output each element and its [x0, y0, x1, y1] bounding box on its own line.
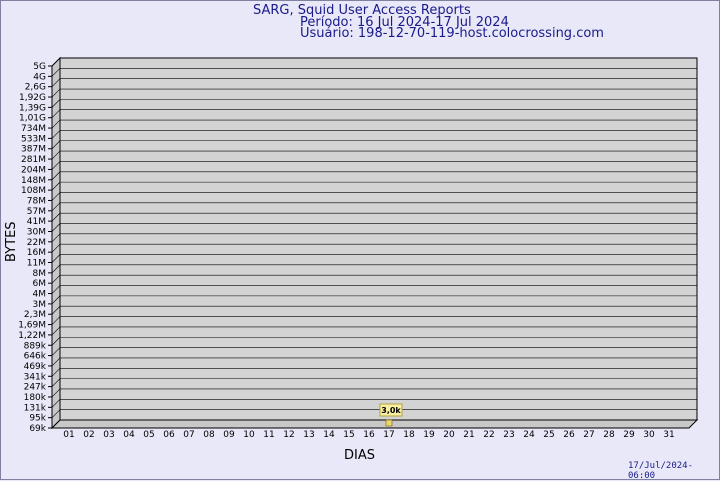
plot-floor: [50, 419, 699, 429]
y-tick-label: 180k: [24, 393, 47, 403]
y-tick-label: 2,6G: [25, 83, 46, 93]
x-tick-label: 03: [103, 430, 114, 440]
x-tick-label: 24: [523, 430, 535, 440]
y-tick-label: 131k: [24, 403, 47, 413]
x-tick-label: 01: [63, 430, 74, 440]
x-tick-label: 19: [423, 430, 435, 440]
y-tick-label: 1,01G: [19, 114, 46, 124]
bar-chart: 5G4G2,6G1,92G1,39G1,01G734M533M387M281M2…: [18, 56, 699, 440]
x-tick-label: 04: [123, 430, 135, 440]
x-tick-label: 31: [663, 430, 674, 440]
y-tick-label: 5G: [33, 62, 46, 72]
x-tick-label: 14: [323, 430, 335, 440]
y-tick-label: 4G: [33, 72, 46, 82]
x-tick-label: 21: [463, 430, 474, 440]
y-tick-label: 16M: [27, 248, 46, 258]
y-tick-label: 148M: [21, 176, 46, 186]
x-tick-label: 02: [83, 430, 94, 440]
y-tick-label: 646k: [24, 352, 47, 362]
y-tick-label: 734M: [21, 124, 46, 134]
timestamp: 17/Jul/2024-06:00: [628, 461, 694, 481]
y-tick-label: 204M: [21, 165, 46, 175]
y-tick-label: 1,69M: [18, 321, 46, 331]
x-tick-label: 25: [543, 430, 554, 440]
y-tick-label: 341k: [24, 372, 47, 382]
x-tick-label: 13: [303, 430, 314, 440]
bar: [385, 419, 393, 427]
plot-area: [59, 57, 698, 421]
data-label-callout: 3,0k: [379, 403, 403, 417]
x-tick-label: 08: [203, 430, 215, 440]
y-tick-label: 1,22M: [18, 331, 46, 341]
y-tick-label: 8M: [33, 269, 47, 279]
data-label: 3,0k: [381, 406, 401, 415]
x-tick-label: 18: [403, 430, 415, 440]
y-tick-label: 533M: [21, 134, 46, 144]
y-tick-label: 387M: [21, 145, 46, 155]
x-tick-label: 27: [583, 430, 594, 440]
y-tick-label: 1,92G: [19, 93, 46, 103]
x-tick-label: 26: [563, 430, 575, 440]
x-tick-label: 05: [143, 430, 154, 440]
x-tick-label: 09: [223, 430, 235, 440]
y-tick-label: 11M: [27, 259, 46, 269]
y-tick-label: 2,3M: [24, 310, 46, 320]
y-axis-label: BYTES: [4, 221, 19, 262]
x-axis-label: DIAS: [344, 448, 375, 463]
x-tick-label: 29: [623, 430, 635, 440]
y-tick-label: 6M: [33, 279, 47, 289]
y-tick-label: 3M: [33, 300, 47, 310]
y-tick-label: 41M: [27, 217, 46, 227]
x-tick-label: 10: [243, 430, 255, 440]
y-tick-label: 69k: [29, 424, 46, 434]
y-tick-label: 30M: [27, 227, 46, 237]
y-tick-label: 469k: [24, 362, 47, 372]
y-tick-label: 57M: [27, 207, 46, 217]
y-tick-label: 95k: [29, 414, 46, 424]
y-tick-label: 247k: [24, 383, 47, 393]
x-tick-label: 22: [483, 430, 494, 440]
y-tick-label: 281M: [21, 155, 46, 165]
x-tick-label: 16: [363, 430, 375, 440]
x-tick-label: 23: [503, 430, 514, 440]
y-tick-label: 4M: [33, 290, 47, 300]
x-tick-label: 17: [383, 430, 394, 440]
x-tick-label: 12: [283, 430, 294, 440]
x-tick-label: 07: [183, 430, 194, 440]
y-tick-label: 1,39G: [19, 103, 46, 113]
y-tick-label: 889k: [24, 341, 47, 351]
x-tick-label: 28: [603, 430, 615, 440]
y-tick-label: 22M: [27, 238, 46, 248]
y-tick-label: 108M: [21, 186, 46, 196]
x-tick-label: 06: [163, 430, 175, 440]
x-tick-label: 20: [443, 430, 455, 440]
x-tick-label: 15: [343, 430, 354, 440]
x-tick-label: 11: [263, 430, 274, 440]
x-tick-label: 30: [643, 430, 655, 440]
y-tick-label: 78M: [27, 196, 46, 206]
